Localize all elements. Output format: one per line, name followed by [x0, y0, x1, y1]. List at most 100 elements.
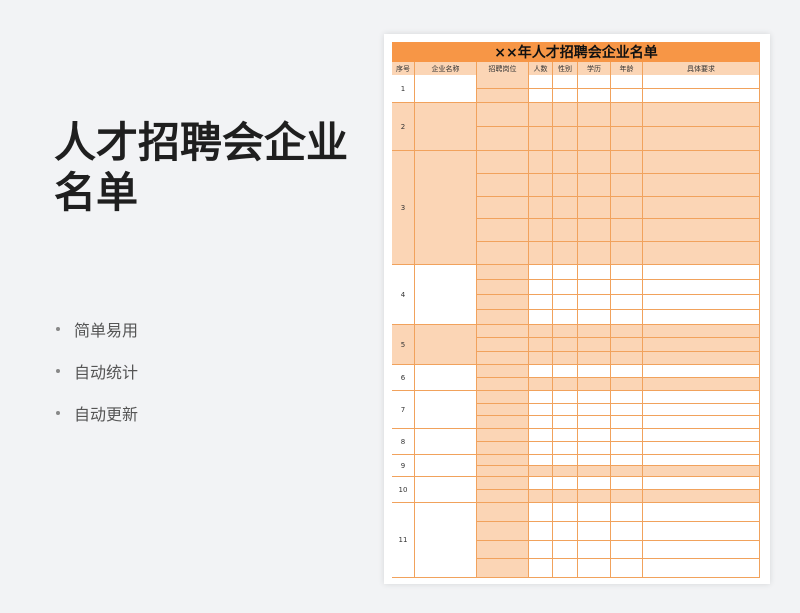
data-cell [553, 351, 578, 365]
data-cell [611, 490, 643, 503]
row-number-cell: 11 [392, 503, 415, 578]
data-cell [643, 325, 760, 339]
spreadsheet-preview: ××年人才招聘会企业名单 序号 企业名称 招聘岗位 人数 性别 学历 年龄 具体要求 1 2 3 4 5… [384, 34, 770, 584]
bullet-icon [56, 411, 60, 415]
company-name-cell [415, 429, 477, 455]
bullet-icon [56, 327, 60, 331]
data-cell [578, 403, 611, 417]
data-cell [553, 455, 578, 466]
position-cell [477, 365, 529, 378]
data-cell [529, 403, 553, 417]
data-cell [611, 89, 643, 103]
data-cell [529, 416, 553, 429]
position-cell [477, 196, 529, 220]
position-cell [477, 378, 529, 391]
data-cell [529, 378, 553, 391]
data-cell [553, 540, 578, 560]
position-cell [477, 173, 529, 197]
data-cell [643, 466, 760, 477]
data-cell [529, 280, 553, 295]
data-cell [553, 477, 578, 490]
data-cell [643, 378, 760, 391]
data-cell [611, 365, 643, 378]
data-cell [553, 559, 578, 578]
position-cell [477, 295, 529, 310]
feature-item: 简单易用 [56, 308, 138, 350]
data-cell [529, 103, 553, 127]
position-cell [477, 89, 529, 103]
data-cell [643, 559, 760, 578]
data-cell [529, 521, 553, 541]
data-cell [529, 466, 553, 477]
row-number: 10 [398, 485, 408, 494]
data-cell [611, 151, 643, 174]
row-number: 6 [400, 373, 406, 382]
data-cell [553, 219, 578, 243]
position-cell [477, 338, 529, 352]
data-cell [611, 338, 643, 352]
data-cell [611, 265, 643, 280]
data-cell [553, 391, 578, 404]
feature-label: 自动统计 [74, 363, 139, 382]
data-cell [643, 490, 760, 503]
data-cell [529, 173, 553, 197]
data-cell [553, 151, 578, 174]
data-cell [578, 219, 611, 243]
data-cell [578, 416, 611, 429]
row-number: 4 [400, 290, 406, 299]
data-cell [611, 391, 643, 404]
header-cell: 具体要求 [643, 62, 760, 75]
data-cell [643, 338, 760, 352]
row-number: 2 [400, 122, 406, 131]
data-cell [578, 540, 611, 560]
data-cell [578, 338, 611, 352]
position-cell [477, 429, 529, 442]
row-number: 1 [400, 84, 406, 93]
header-cell: 企业名称 [415, 62, 477, 75]
position-cell [477, 127, 529, 151]
data-cell [578, 103, 611, 127]
data-cell [611, 429, 643, 442]
data-cell [611, 403, 643, 417]
data-cell [553, 75, 578, 89]
position-cell [477, 219, 529, 243]
page-title: 人才招聘会企业名单 [54, 118, 349, 217]
data-cell [643, 295, 760, 310]
header-cell: 人数 [529, 62, 553, 75]
feature-item: 自动更新 [56, 392, 138, 434]
data-cell [578, 127, 611, 151]
header-cell: 招聘岗位 [477, 62, 529, 75]
data-cell [578, 310, 611, 325]
data-cell [553, 416, 578, 429]
data-cell [529, 429, 553, 442]
row-number-cell: 3 [392, 151, 415, 265]
data-cell [529, 442, 553, 455]
data-cell [529, 365, 553, 378]
company-name-cell [415, 75, 477, 103]
data-cell [578, 196, 611, 220]
data-cell [529, 127, 553, 151]
data-cell [529, 338, 553, 352]
data-cell [643, 455, 760, 466]
row-number-cell: 6 [392, 365, 415, 391]
data-cell [529, 559, 553, 578]
data-cell [578, 477, 611, 490]
position-cell [477, 416, 529, 429]
row-number-cell: 7 [392, 391, 415, 429]
data-cell [643, 540, 760, 560]
data-cell [578, 442, 611, 455]
data-cell [553, 325, 578, 339]
header-cell: 性别 [553, 62, 578, 75]
feature-list: 简单易用 自动统计 自动更新 [56, 308, 138, 434]
data-cell [529, 351, 553, 365]
data-cell [578, 365, 611, 378]
bullet-icon [56, 369, 60, 373]
data-cell [578, 429, 611, 442]
data-cell [578, 75, 611, 89]
feature-label: 简单易用 [74, 321, 139, 340]
row-number-cell: 2 [392, 103, 415, 151]
data-cell [553, 103, 578, 127]
row-number: 7 [400, 405, 406, 414]
data-cell [643, 310, 760, 325]
position-cell [477, 559, 529, 578]
